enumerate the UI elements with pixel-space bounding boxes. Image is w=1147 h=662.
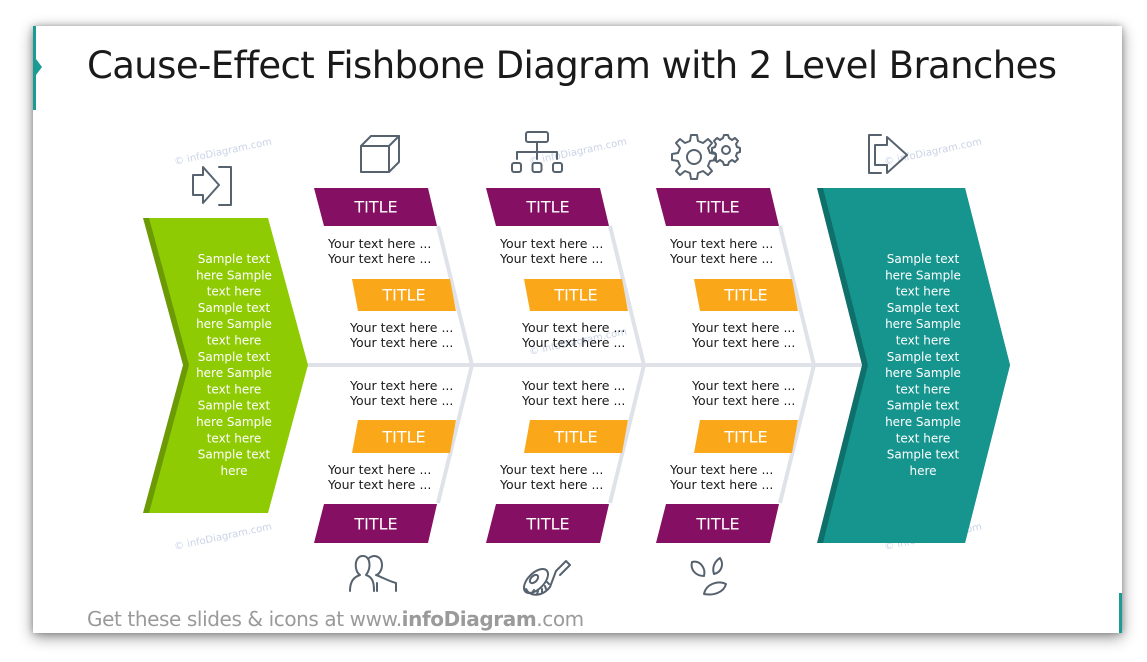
primary-title-tag-label: TITLE	[353, 198, 397, 217]
branch-text-line: Your text here ...	[349, 378, 453, 393]
effect-text-line: Sample text	[887, 301, 960, 315]
secondary-title-tag-label: TITLE	[381, 286, 425, 305]
branch-text-line: Your text here ...	[669, 462, 773, 477]
cube-icon	[360, 135, 400, 173]
cause-text-line: Sample text	[198, 301, 271, 315]
primary-title-tag-label: TITLE	[353, 515, 397, 534]
branch-text-line: Your text here ...	[349, 320, 453, 335]
measuring-tape-icon	[522, 560, 571, 596]
watermark: © infoDiagram.com	[173, 137, 273, 168]
bottom-branch: Your text here ...Your text here ...TITL…	[656, 378, 798, 543]
footer-suffix: .com	[536, 607, 584, 631]
branch-text-line: Your text here ...	[327, 462, 431, 477]
cause-text-line: text here	[207, 334, 262, 348]
cause-text-line: here Sample	[196, 366, 272, 380]
top-branch: TITLEYour text here ...Your text here ..…	[486, 188, 628, 350]
cause-text-line: text here	[207, 382, 262, 396]
branch-text-line: Your text here ...	[327, 251, 431, 266]
branch-text-line: Your text here ...	[499, 462, 603, 477]
primary-title-tag-label: TITLE	[695, 198, 739, 217]
primary-title-tag-label: TITLE	[525, 515, 569, 534]
effect-text-line: here Sample	[885, 317, 961, 331]
secondary-title-tag-label: TITLE	[723, 286, 767, 305]
cause-text-line: Sample text	[198, 448, 271, 462]
effect-text-line: text here	[896, 382, 951, 396]
bottom-branch: Your text here ...Your text here ...TITL…	[486, 378, 628, 543]
top-branch: TITLEYour text here ...Your text here ..…	[314, 188, 456, 350]
leaves-icon	[690, 557, 727, 596]
footer-link[interactable]: Get these slides & icons at www.infoDiag…	[87, 607, 584, 631]
branch-text-line: Your text here ...	[499, 477, 603, 492]
branch-text-line: Your text here ...	[521, 378, 625, 393]
cause-arrow: Sample text here Sample text here Sample te…	[143, 218, 308, 513]
cause-text-line: here Sample	[196, 317, 272, 331]
cause-text-line: here Sample	[196, 415, 272, 429]
cause-text-line: text here	[207, 285, 262, 299]
cause-text-line: Sample text	[198, 252, 271, 266]
fishbone-diagram: © infoDiagram.com © infoDiagram.com © in…	[143, 131, 1010, 596]
effect-text-line: here Sample	[885, 415, 961, 429]
footer-prefix: Get these slides & icons at www.	[87, 607, 402, 631]
branch-text-line: Your text here ...	[521, 393, 625, 408]
bottom-branch: Your text here ...Your text here ...TITL…	[314, 378, 456, 543]
branch-text-line: Your text here ...	[669, 251, 773, 266]
effect-text-line: Sample text	[887, 448, 960, 462]
effect-text-line: Sample text	[887, 252, 960, 266]
branch-text-line: Your text here ...	[691, 335, 795, 350]
watermark: © infoDiagram.com	[173, 522, 273, 553]
cause-text-line: text here	[207, 431, 262, 445]
cause-text-line: here Sample	[196, 268, 272, 282]
branch-text-line: Your text here ...	[669, 236, 773, 251]
cause-text-line: here	[220, 464, 247, 478]
effect-text-line: text here	[896, 285, 951, 299]
enter-arrow-icon	[192, 166, 232, 206]
effect-text-line: text here	[896, 431, 951, 445]
cause-text-line: Sample text	[198, 350, 271, 364]
effect-text-line: here Sample	[885, 366, 961, 380]
branch-text-line: Your text here ...	[327, 236, 431, 251]
branch-text-line: Your text here ...	[691, 320, 795, 335]
branch-text-line: Your text here ...	[349, 393, 453, 408]
people-icon	[349, 554, 397, 592]
footer-brand: infoDiagram	[401, 607, 537, 631]
gears-icon	[671, 134, 741, 180]
effect-text-line: Sample text	[887, 350, 960, 364]
primary-title-tag-label: TITLE	[695, 515, 739, 534]
effect-text-line: text here	[896, 334, 951, 348]
branch-text-line: Your text here ...	[499, 236, 603, 251]
branch-text-line: Your text here ...	[499, 251, 603, 266]
effect-text-line: here	[909, 464, 936, 478]
branch-text-line: Your text here ...	[691, 393, 795, 408]
effect-text-line: Sample text	[887, 399, 960, 413]
top-branch: TITLEYour text here ...Your text here ..…	[656, 188, 798, 350]
secondary-title-tag-label: TITLE	[553, 286, 597, 305]
effect-text-line: here Sample	[885, 268, 961, 282]
branch-text-line: Your text here ...	[521, 320, 625, 335]
branch-text-line: Your text here ...	[669, 477, 773, 492]
branch-text-line: Your text here ...	[349, 335, 453, 350]
secondary-title-tag-label: TITLE	[381, 428, 425, 447]
branch-text-line: Your text here ...	[691, 378, 795, 393]
secondary-title-tag-label: TITLE	[553, 428, 597, 447]
branch-text-line: Your text here ...	[327, 477, 431, 492]
secondary-title-tag-label: TITLE	[723, 428, 767, 447]
branch-text-line: Your text here ...	[521, 335, 625, 350]
primary-title-tag-label: TITLE	[525, 198, 569, 217]
cause-text-line: Sample text	[198, 399, 271, 413]
